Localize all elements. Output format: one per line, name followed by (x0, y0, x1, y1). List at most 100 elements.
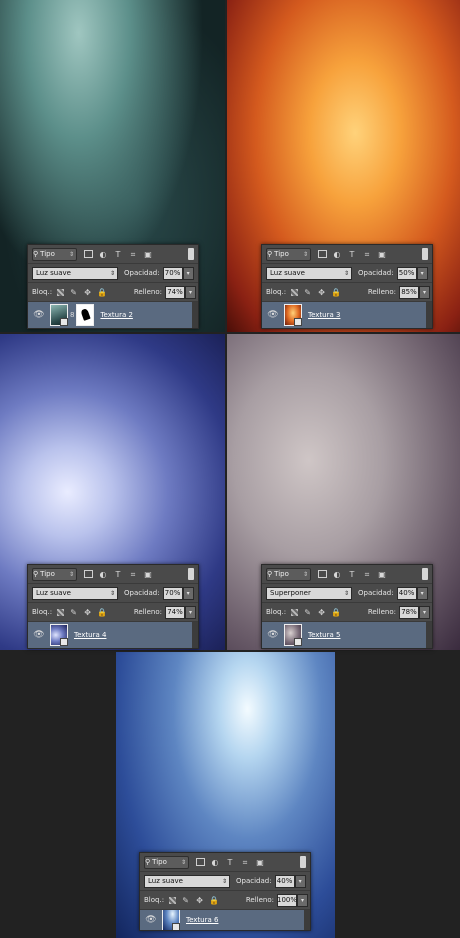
filter-toggle[interactable] (188, 248, 194, 260)
lock-paint-icon[interactable]: ✎ (303, 288, 312, 297)
layer-thumbnail[interactable] (284, 624, 302, 646)
type-icon[interactable]: T (225, 858, 235, 867)
lock-all-icon[interactable]: 🔒 (97, 608, 107, 617)
adjustment-icon[interactable]: ◐ (332, 250, 342, 259)
opacity-dropdown-button[interactable]: ▾ (416, 266, 428, 280)
smart-object-icon[interactable]: ▣ (255, 858, 265, 867)
lock-all-icon[interactable]: 🔒 (209, 896, 219, 905)
layer-thumbnail[interactable] (284, 304, 302, 326)
filter-toggle[interactable] (300, 856, 306, 868)
image-icon[interactable] (84, 570, 93, 578)
fill-input[interactable]: 74% (165, 285, 185, 299)
layer-row[interactable]: 👁 Textura 4 (28, 622, 198, 648)
opacity-input[interactable]: 40% (396, 586, 417, 600)
lock-paint-icon[interactable]: ✎ (303, 608, 312, 617)
link-icon[interactable]: 8 (70, 311, 74, 319)
opacity-input[interactable]: 50% (396, 266, 417, 280)
layer-name[interactable]: Textura 6 (186, 916, 218, 924)
type-icon[interactable]: T (347, 250, 357, 259)
adjustment-icon[interactable]: ◐ (332, 570, 342, 579)
scrollbar[interactable] (192, 302, 198, 328)
layer-row[interactable]: 👁 Textura 6 (140, 910, 310, 930)
type-icon[interactable]: T (113, 250, 123, 259)
lock-position-icon[interactable]: ✥ (195, 896, 204, 905)
fill-dropdown-button[interactable]: ▾ (185, 285, 196, 299)
fill-input[interactable]: 100% (277, 893, 297, 907)
adjustment-icon[interactable]: ◐ (98, 570, 108, 579)
eye-icon[interactable]: 👁 (144, 915, 158, 925)
shape-icon[interactable]: ⌗ (362, 570, 372, 579)
shape-icon[interactable]: ⌗ (128, 250, 138, 259)
filter-kind-select[interactable]: ⚲ Tipo ⇕ (32, 247, 77, 261)
scrollbar[interactable] (426, 622, 432, 648)
opacity-input[interactable]: 70% (162, 266, 183, 280)
lock-position-icon[interactable]: ✥ (83, 608, 92, 617)
lock-transparent-icon[interactable] (169, 896, 177, 904)
layer-thumbnail[interactable] (50, 624, 68, 646)
filter-kind-select[interactable]: ⚲ Tipo ⇕ (144, 855, 189, 869)
filter-kind-select[interactable]: ⚲ Tipo ⇕ (266, 567, 311, 581)
eye-icon[interactable]: 👁 (266, 630, 280, 640)
layer-row[interactable]: 👁 8 Textura 2 (28, 302, 198, 328)
opacity-dropdown-button[interactable]: ▾ (182, 266, 194, 280)
filter-toggle[interactable] (422, 568, 428, 580)
type-icon[interactable]: T (347, 570, 357, 579)
image-icon[interactable] (196, 858, 205, 866)
scrollbar[interactable] (426, 302, 432, 328)
blend-mode-select[interactable]: Luz suave ⇕ (32, 586, 118, 600)
opacity-dropdown-button[interactable]: ▾ (416, 586, 428, 600)
eye-icon[interactable]: 👁 (32, 630, 46, 640)
fill-dropdown-button[interactable]: ▾ (419, 605, 430, 619)
adjustment-icon[interactable]: ◐ (98, 250, 108, 259)
lock-all-icon[interactable]: 🔒 (331, 608, 341, 617)
lock-all-icon[interactable]: 🔒 (331, 288, 341, 297)
fill-dropdown-button[interactable]: ▾ (185, 605, 196, 619)
filter-kind-select[interactable]: ⚲ Tipo ⇕ (32, 567, 77, 581)
scrollbar[interactable] (192, 622, 198, 648)
layer-name[interactable]: Textura 5 (308, 631, 340, 639)
opacity-input[interactable]: 70% (162, 586, 183, 600)
smart-object-icon[interactable]: ▣ (377, 570, 387, 579)
fill-input[interactable]: 78% (399, 605, 419, 619)
filter-kind-select[interactable]: ⚲ Tipo ⇕ (266, 247, 311, 261)
lock-position-icon[interactable]: ✥ (83, 288, 92, 297)
shape-icon[interactable]: ⌗ (362, 250, 372, 259)
lock-transparent-icon[interactable] (57, 608, 65, 616)
layer-name[interactable]: Textura 2 (100, 311, 132, 319)
lock-transparent-icon[interactable] (291, 608, 299, 616)
fill-input[interactable]: 74% (165, 605, 185, 619)
opacity-dropdown-button[interactable]: ▾ (182, 586, 194, 600)
fill-input[interactable]: 85% (399, 285, 419, 299)
layer-row[interactable]: 👁 Textura 5 (262, 622, 432, 648)
blend-mode-select[interactable]: Superponer ⇕ (266, 586, 352, 600)
opacity-dropdown-button[interactable]: ▾ (294, 874, 306, 888)
image-icon[interactable] (318, 570, 327, 578)
smart-object-icon[interactable]: ▣ (143, 250, 153, 259)
shape-icon[interactable]: ⌗ (128, 570, 138, 579)
eye-icon[interactable]: 👁 (32, 310, 46, 320)
lock-paint-icon[interactable]: ✎ (69, 288, 78, 297)
filter-toggle[interactable] (188, 568, 194, 580)
lock-all-icon[interactable]: 🔒 (97, 288, 107, 297)
layer-name[interactable]: Textura 4 (74, 631, 106, 639)
shape-icon[interactable]: ⌗ (240, 858, 250, 867)
scrollbar[interactable] (304, 910, 310, 930)
smart-object-icon[interactable]: ▣ (143, 570, 153, 579)
fill-dropdown-button[interactable]: ▾ (297, 893, 308, 907)
lock-transparent-icon[interactable] (291, 288, 299, 296)
layer-mask-thumbnail[interactable] (76, 304, 95, 326)
layer-name[interactable]: Textura 3 (308, 311, 340, 319)
blend-mode-select[interactable]: Luz suave ⇕ (32, 266, 118, 280)
lock-paint-icon[interactable]: ✎ (181, 896, 190, 905)
lock-position-icon[interactable]: ✥ (317, 608, 326, 617)
filter-toggle[interactable] (422, 248, 428, 260)
eye-icon[interactable]: 👁 (266, 310, 280, 320)
fill-dropdown-button[interactable]: ▾ (419, 285, 430, 299)
blend-mode-select[interactable]: Luz suave ⇕ (266, 266, 352, 280)
lock-position-icon[interactable]: ✥ (317, 288, 326, 297)
image-icon[interactable] (84, 250, 93, 258)
smart-object-icon[interactable]: ▣ (377, 250, 387, 259)
layer-row[interactable]: 👁 Textura 3 (262, 302, 432, 328)
opacity-input[interactable]: 40% (274, 874, 295, 888)
layer-thumbnail[interactable] (162, 910, 180, 930)
